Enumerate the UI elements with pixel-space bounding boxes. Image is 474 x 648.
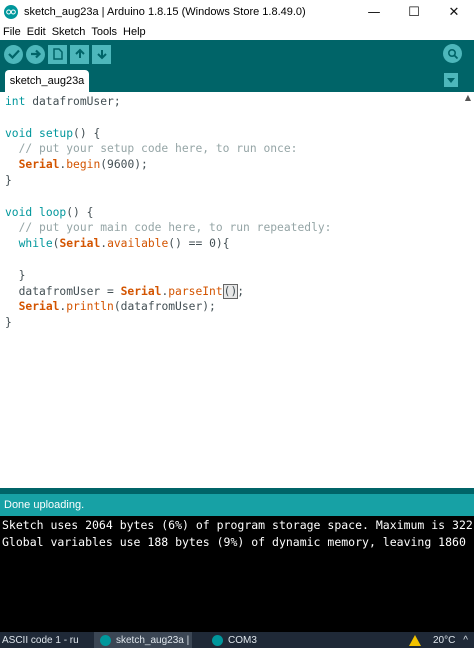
status-message: Done uploading. xyxy=(4,499,85,511)
minimize-button[interactable]: — xyxy=(354,0,394,24)
new-button[interactable] xyxy=(48,44,67,64)
code-line: datafromUser = Serial.parseInt(); xyxy=(5,283,245,299)
tab-row: sketch_aug23a xyxy=(0,68,474,92)
code-line: void setup() { xyxy=(5,126,101,140)
upload-button[interactable] xyxy=(26,44,45,64)
code-line: } xyxy=(5,173,12,187)
code-editor[interactable]: ▲ int datafromUser; void setup() { // pu… xyxy=(0,92,474,488)
tab-sketch[interactable]: sketch_aug23a xyxy=(5,70,89,92)
title-bar: sketch_aug23a | Arduino 1.8.15 (Windows … xyxy=(0,0,474,24)
warning-icon[interactable] xyxy=(408,634,421,646)
code-line: void loop() { xyxy=(5,205,94,219)
taskbar-item-arduino[interactable]: sketch_aug23a | xyxy=(94,632,192,648)
arduino-logo-icon xyxy=(4,5,18,19)
arduino-logo-icon xyxy=(100,634,111,646)
menu-tools[interactable]: Tools xyxy=(88,26,120,38)
system-tray: 20°C ^ xyxy=(408,632,474,648)
chevron-up-icon[interactable]: ^ xyxy=(463,635,468,646)
code-line: // put your main code here, to run repea… xyxy=(18,221,332,235)
taskbar-item-label: COM3 xyxy=(228,634,257,646)
window-title: sketch_aug23a | Arduino 1.8.15 (Windows … xyxy=(24,6,306,18)
taskbar-item-browser[interactable]: ASCII code 1 - ru xyxy=(2,632,88,648)
code-line: int datafromUser; xyxy=(5,95,121,108)
code-line: } xyxy=(5,268,26,282)
console-line: Global variables use 188 bytes (9%) of d… xyxy=(2,535,466,549)
status-bar: Done uploading. xyxy=(0,488,474,516)
menu-bar: File Edit Sketch Tools Help xyxy=(0,24,474,40)
verify-icon xyxy=(7,49,20,59)
taskbar: ASCII code 1 - ru sketch_aug23a | COM3 2… xyxy=(0,632,474,648)
taskbar-item-com3[interactable]: COM3 xyxy=(200,632,280,648)
serial-monitor-icon xyxy=(447,48,458,59)
code-line: while(Serial.available() == 0){ xyxy=(18,237,230,251)
code-line: Serial.begin(9600); xyxy=(18,158,148,172)
taskbar-item-label: sketch_aug23a | xyxy=(116,634,190,646)
save-button[interactable] xyxy=(92,44,111,64)
menu-sketch[interactable]: Sketch xyxy=(49,26,89,38)
menu-help[interactable]: Help xyxy=(120,26,149,38)
close-button[interactable]: ✕ xyxy=(434,0,474,24)
verify-button[interactable] xyxy=(4,44,23,64)
taskbar-item-label: ASCII code 1 - ru xyxy=(2,634,79,646)
console-output[interactable]: Sketch uses 2064 bytes (6%) of program s… xyxy=(0,516,474,632)
code-line: } xyxy=(5,316,12,330)
code-line: Serial.println(datafromUser); xyxy=(18,300,216,314)
serial-monitor-button[interactable] xyxy=(443,44,462,63)
tab-menu-button[interactable] xyxy=(444,73,458,87)
scroll-up-icon[interactable]: ▲ xyxy=(462,92,474,102)
toolbar xyxy=(0,40,474,68)
arduino-logo-icon xyxy=(212,634,223,646)
console-line: Sketch uses 2064 bytes (6%) of program s… xyxy=(2,518,473,532)
new-icon xyxy=(52,48,63,60)
temperature: 20°C xyxy=(432,634,456,646)
chevron-down-icon xyxy=(447,77,455,83)
menu-edit[interactable]: Edit xyxy=(24,26,49,38)
open-button[interactable] xyxy=(70,44,89,64)
code-line: // put your setup code here, to run once… xyxy=(18,142,298,156)
menu-file[interactable]: File xyxy=(0,26,24,38)
save-icon xyxy=(96,50,107,60)
maximize-button[interactable]: ☐ xyxy=(394,0,434,24)
upload-icon xyxy=(30,49,41,59)
open-icon xyxy=(74,48,85,58)
code-text: int datafromUser; void setup() { // put … xyxy=(5,94,331,331)
